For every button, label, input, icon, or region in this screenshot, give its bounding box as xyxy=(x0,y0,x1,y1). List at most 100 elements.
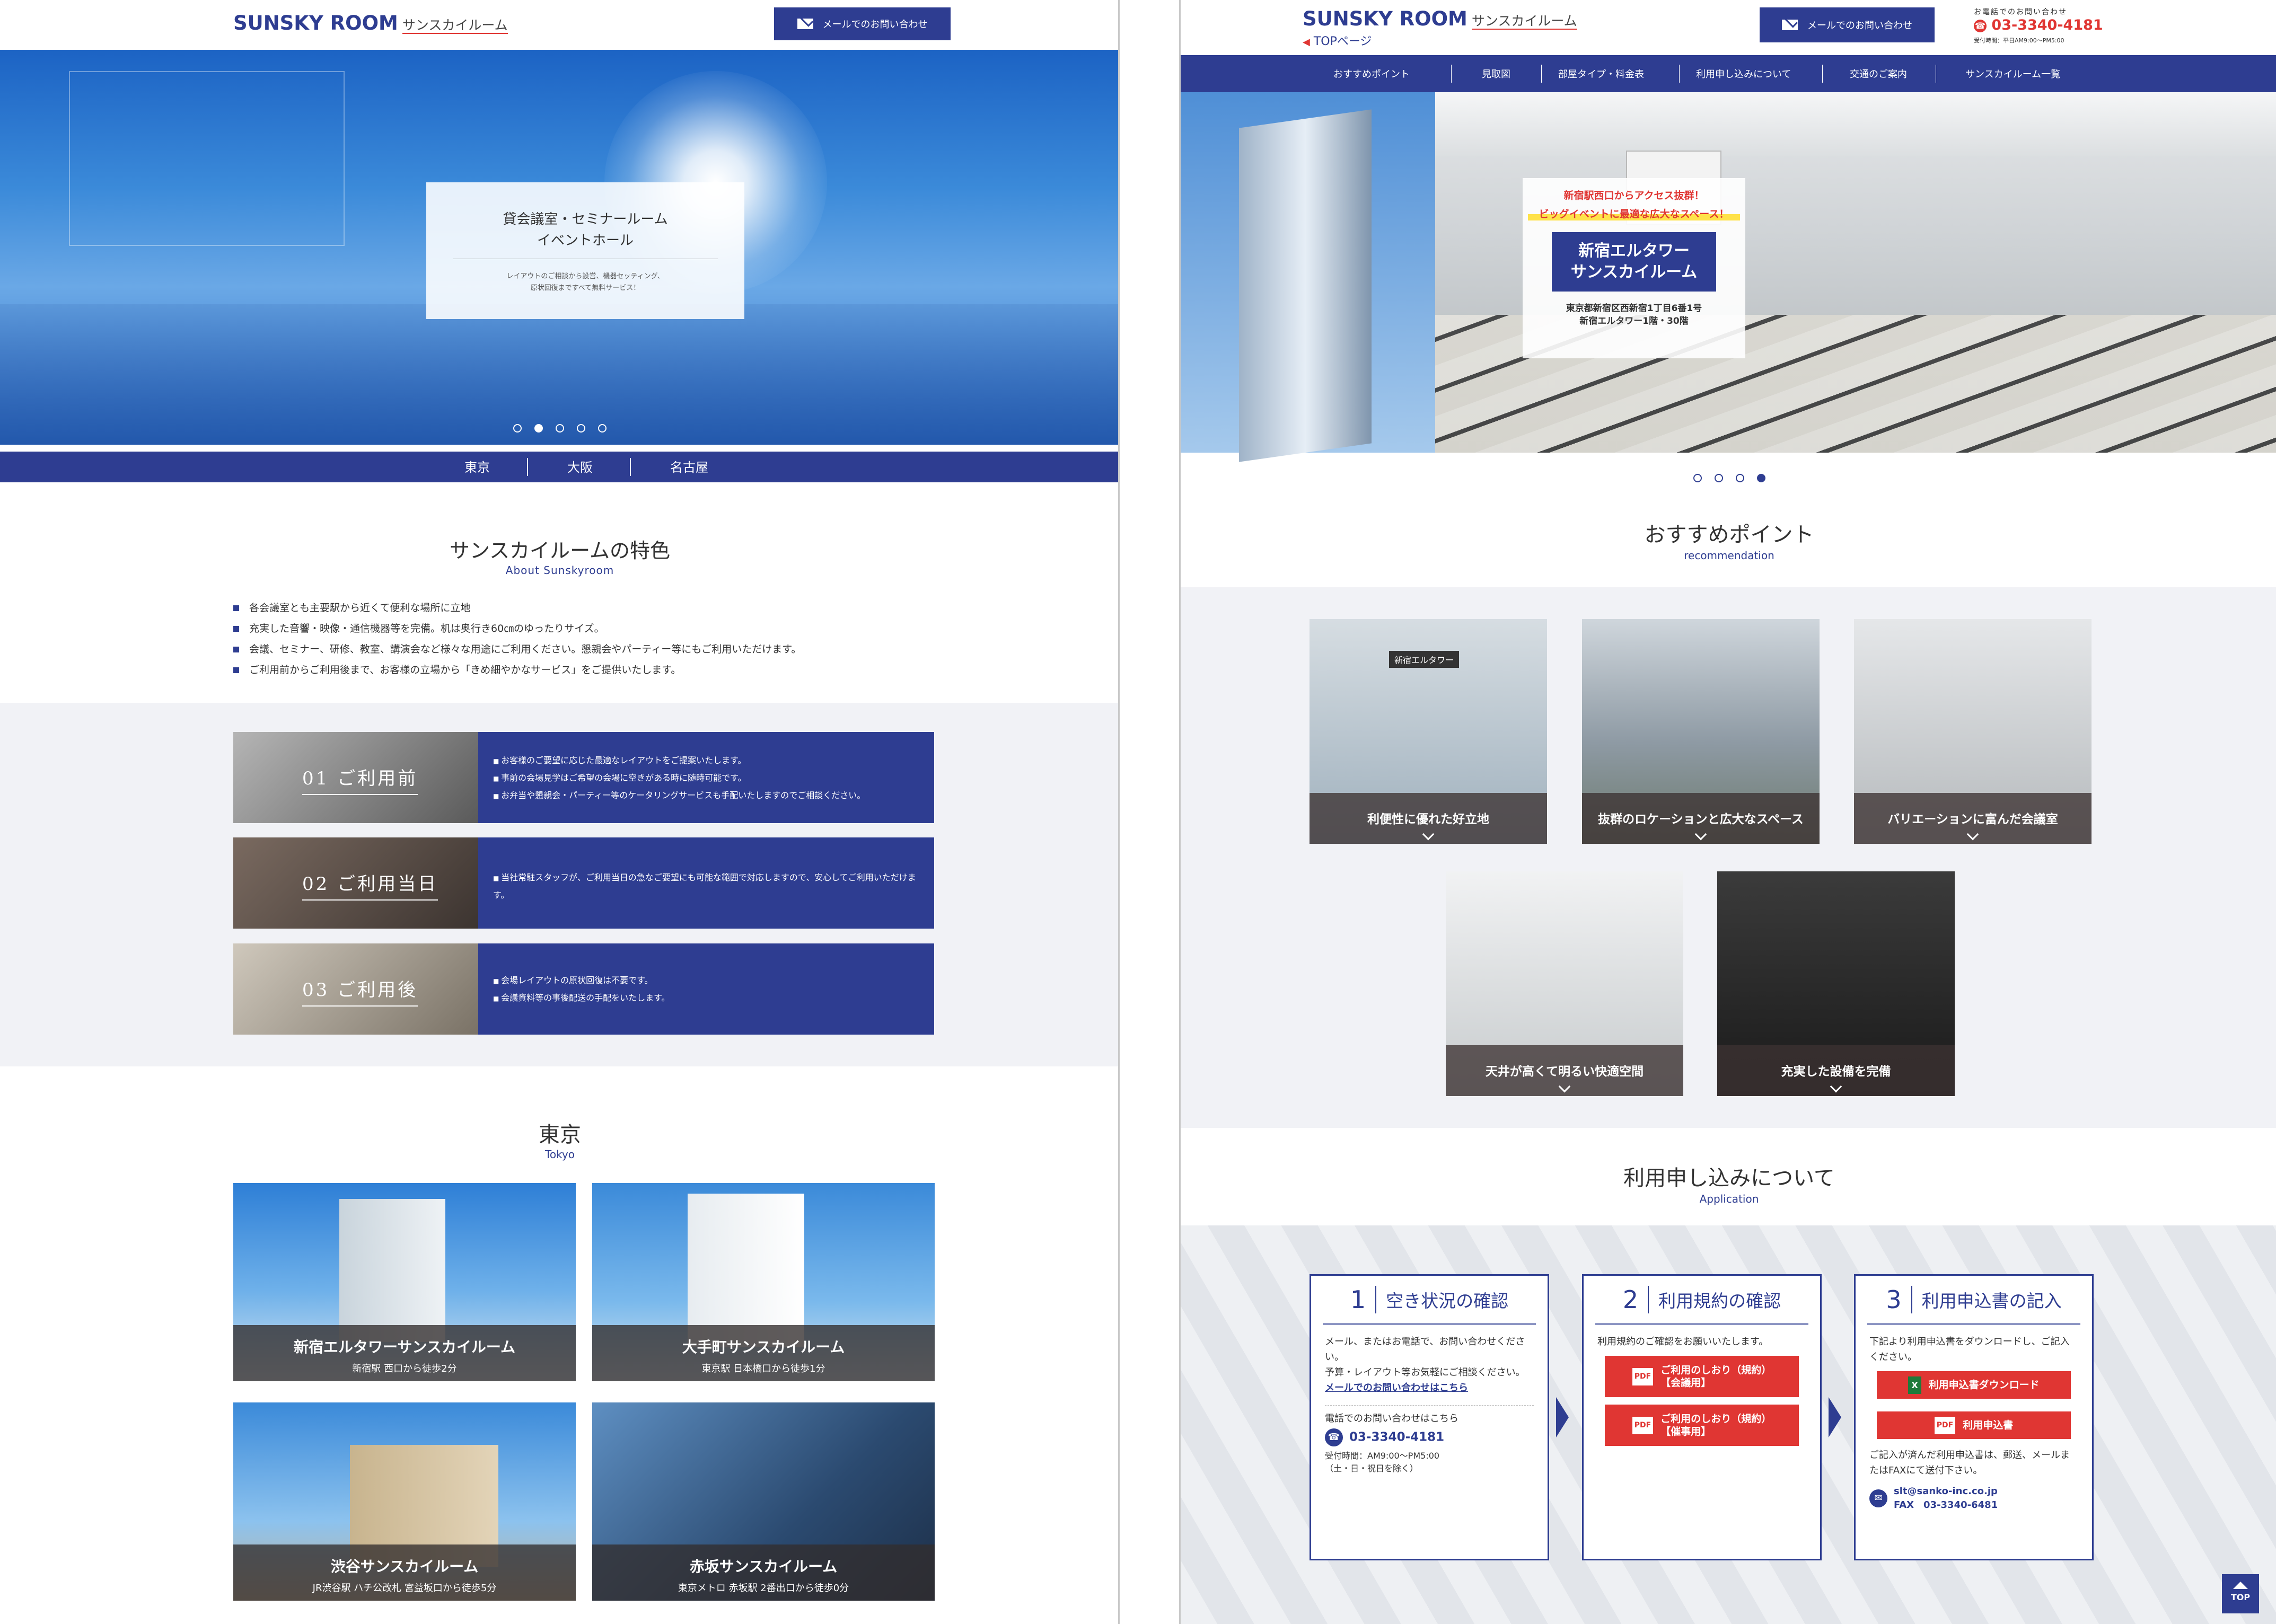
step-card-day: 02 ご利用当日 当社常駐スタッフが、ご利用当日の急なご要望にも可能な範囲で対応… xyxy=(233,837,934,929)
mail-inquiry-button[interactable]: メールでのお問い合わせ xyxy=(774,7,951,40)
recommend-tile-location[interactable]: 新宿エルタワー 利便性に優れた好立地 xyxy=(1310,619,1547,844)
carousel-dot[interactable] xyxy=(534,424,543,433)
phone-hours-note: （土・日・祝日を除く） xyxy=(1325,1463,1419,1473)
step-item: 事前の会場見学はご希望の会場に空きがある時に随時可能です。 xyxy=(493,770,918,787)
application-step-2: 2 利用規約の確認 利用規約のご確認をお願いいたします。 PDF ご利用のしおり（… xyxy=(1582,1274,1822,1560)
hero-room-name: 新宿エルタワー サンスカイルーム xyxy=(1552,232,1716,292)
chevron-down-icon xyxy=(1830,1080,1842,1093)
recommend-tile-view[interactable]: 抜群のロケーションと広大なスペース xyxy=(1582,619,1820,844)
nav-application[interactable]: 利用申し込みについて xyxy=(1696,67,1791,81)
step-label: 01 ご利用前 xyxy=(302,764,418,795)
pdf-icon: PDF xyxy=(1632,1367,1654,1385)
carousel-dot[interactable] xyxy=(556,424,564,433)
phone-label: 電話でのお問い合わせはこちら xyxy=(1325,1413,1458,1424)
phone-icon: ☎ xyxy=(1974,19,1987,32)
nav-divider xyxy=(1451,65,1452,83)
application-download-button[interactable]: X 利用申込書ダウンロード xyxy=(1877,1371,2071,1399)
ceiling xyxy=(1435,92,2276,156)
terms-conference-button[interactable]: PDF ご利用のしおり（規約） 【会議用】 xyxy=(1605,1356,1799,1397)
nav-access[interactable]: 交通のご案内 xyxy=(1850,67,1907,81)
step-photo: 03 ご利用後 xyxy=(233,943,478,1035)
step-item: 会場レイアウトの原状回復は不要です。 xyxy=(493,972,918,990)
application-subheading: Application xyxy=(1699,1193,1759,1205)
mail-icon xyxy=(1782,20,1798,30)
step-items: 会場レイアウトの原状回復は不要です。 会議資料等の事後配送の手配をいたします。 xyxy=(493,972,918,1007)
back-to-top-button[interactable]: TOP xyxy=(2222,1574,2259,1613)
hero-banner: 貸会議室・セミナールーム イベントホール レイアウトのご相談から設営、機器セッテ… xyxy=(0,50,1118,445)
tab-divider xyxy=(630,458,631,476)
room-tile-shinjuku[interactable]: 新宿エルタワーサンスカイルーム 新宿駅 西口から徒歩2分 xyxy=(233,1183,576,1381)
step-photo: 02 ご利用当日 xyxy=(233,837,478,929)
excel-icon: X xyxy=(1908,1376,1921,1394)
chevron-down-icon xyxy=(1966,828,1979,841)
feature-item: 各会議室とも主要駅から近くて便利な場所に立地 xyxy=(233,598,976,619)
carousel-dot[interactable] xyxy=(598,424,607,433)
step-item: お弁当や懇親会・パーティー等のケータリングサービスも手配いたしますのでご相談くだ… xyxy=(493,787,918,805)
nav-divider xyxy=(1822,65,1823,83)
tab-tokyo[interactable]: 東京 xyxy=(445,457,509,475)
recommend-tile-ceiling[interactable]: 天井が高くて明るい快適空間 xyxy=(1446,871,1683,1096)
room-access: 東京駅 日本橋口から徒歩1分 xyxy=(701,1363,825,1374)
phone-number-link[interactable]: ☎ 03-3340-4181 xyxy=(1325,1428,1534,1446)
room-caption: 新宿エルタワーサンスカイルーム 新宿駅 西口から徒歩2分 xyxy=(233,1325,576,1381)
nav-recommend[interactable]: おすすめポイント xyxy=(1333,67,1410,81)
tokyo-heading: 東京 xyxy=(539,1123,581,1147)
phone-number[interactable]: ☎ 03-3340-4181 xyxy=(1974,17,2103,33)
recommend-tile-equipment[interactable]: 充実した設備を完備 xyxy=(1717,871,1955,1096)
step-item: お客様のご要望に応じた最適なレイアウトをご提案いたします。 xyxy=(493,752,918,770)
recommend-caption: 充実した設備を完備 xyxy=(1717,1045,1955,1096)
hero-caption-box: 新宿駅西口からアクセス抜群！ ビッグイベントに最適な広大なスペース！ 新宿エルタ… xyxy=(1523,178,1745,358)
recommend-caption: 利便性に優れた好立地 xyxy=(1310,793,1547,844)
right-page: SUNSKY ROOM サンスカイルーム ◀ TOPページ メールでのお問い合わせ… xyxy=(1179,0,2276,1624)
arrow-right-icon xyxy=(1556,1397,1569,1437)
step-text: メール、またはお電話で、お問い合わせください。 xyxy=(1325,1336,1525,1363)
site-logo[interactable]: SUNSKY ROOM サンスカイルーム xyxy=(1303,7,1577,30)
room-tile-shibuya[interactable]: 渋谷サンスカイルーム JR渋谷駅 ハチ公改札 宮益坂口から徒歩5分 xyxy=(233,1402,576,1601)
building-sign: 新宿エルタワー xyxy=(1389,651,1460,668)
step-text: 下記より利用申込書をダウンロードし、ご記入ください。 xyxy=(1869,1336,2070,1363)
room-name: 大手町サンスカイルーム xyxy=(682,1338,845,1356)
tab-nagoya[interactable]: 名古屋 xyxy=(652,457,726,475)
building-image xyxy=(688,1194,804,1347)
application-pdf-button[interactable]: PDF 利用申込書 xyxy=(1877,1411,2071,1439)
chevron-down-icon xyxy=(1694,828,1707,841)
site-logo[interactable]: SUNSKY ROOM サンスカイルーム xyxy=(233,12,508,34)
application-step-3: 3 利用申込書の記入 下記より利用申込書をダウンロードし、ご記入ください。 X 利用… xyxy=(1854,1274,2094,1560)
phone-caption: お電話でのお問い合わせ xyxy=(1974,8,2067,16)
application-step-1: 1 空き状況の確認 メール、またはお電話で、お問い合わせください。 予算・レイアウ… xyxy=(1310,1274,1549,1560)
carousel-dot[interactable] xyxy=(1714,474,1723,482)
room-caption: 渋谷サンスカイルーム JR渋谷駅 ハチ公改札 宮益坂口から徒歩5分 xyxy=(233,1544,576,1601)
chevron-down-icon xyxy=(1422,828,1435,841)
step-item: 会議資料等の事後配送の手配をいたします。 xyxy=(493,990,918,1007)
carousel-dots xyxy=(0,424,1118,435)
room-tile-otemachi[interactable]: 大手町サンスカイルーム東京駅 日本橋口から徒歩1分 xyxy=(592,1183,935,1381)
carousel-dot[interactable] xyxy=(1756,474,1765,482)
step-text: 予算・レイアウト等お気軽にご相談ください。 xyxy=(1325,1367,1525,1378)
nav-divider xyxy=(1679,65,1680,83)
recommend-tile-variety[interactable]: バリエーションに富んだ会議室 xyxy=(1854,619,2092,844)
top-page-link[interactable]: ◀ TOPページ xyxy=(1303,32,1372,49)
hero-title-1: 貸会議室・セミナールーム xyxy=(503,211,668,227)
mail-inquiry-link[interactable]: メールでのお問い合わせはこちら xyxy=(1325,1380,1534,1396)
projector-screen xyxy=(69,71,345,246)
carousel-dot[interactable] xyxy=(577,424,585,433)
feature-item: 会議、セミナー、研修、教室、講演会など様々な用途にご利用ください。懇親会やパーテ… xyxy=(233,639,976,660)
room-caption: 赤坂サンスカイルーム 東京メトロ 赤坂駅 2番出口から徒歩0分 xyxy=(592,1544,935,1601)
application-heading: 利用申し込みについて xyxy=(1623,1166,1835,1190)
phone-hours: 受付時間：平日AM9:00～PM5:00 xyxy=(1974,37,2064,44)
tab-osaka[interactable]: 大阪 xyxy=(548,457,612,475)
mail-icon xyxy=(797,19,813,29)
step-label: 02 ご利用当日 xyxy=(302,869,438,901)
carousel-dot[interactable] xyxy=(1693,474,1702,482)
carousel-dot[interactable] xyxy=(513,424,522,433)
nav-floorplan[interactable]: 見取図 xyxy=(1482,67,1510,81)
feature-item: 充実した音響・映像・通信機器等を完備。机は奥行き60㎝のゆったりサイズ。 xyxy=(233,619,976,639)
nav-room-list[interactable]: サンスカイルーム一覧 xyxy=(1965,67,2060,81)
contact-email-fax[interactable]: ✉ slt@sanko-inc.co.jp FAX 03-3340-6481 xyxy=(1869,1485,2078,1512)
room-tile-akasaka[interactable]: 赤坂サンスカイルーム 東京メトロ 赤坂駅 2番出口から徒歩0分 xyxy=(592,1402,935,1601)
terms-event-button[interactable]: PDF ご利用のしおり（規約） 【催事用】 xyxy=(1605,1405,1799,1446)
recommend-heading: おすすめポイント xyxy=(1644,523,1814,547)
nav-room-types[interactable]: 部屋タイプ・料金表 xyxy=(1558,67,1644,81)
carousel-dot[interactable] xyxy=(1735,474,1744,482)
mail-inquiry-button[interactable]: メールでのお問い合わせ xyxy=(1760,7,1935,42)
